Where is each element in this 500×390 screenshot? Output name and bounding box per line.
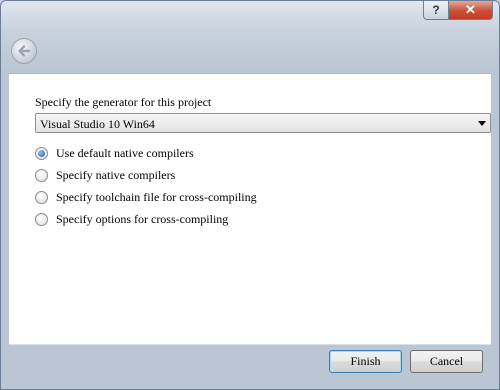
caption-buttons: ? ✕ [423,1,493,20]
chevron-down-icon [478,121,486,126]
wizard-page: Specify the generator for this project V… [9,73,491,345]
radio-specify-toolchain-file[interactable]: Specify toolchain file for cross-compili… [35,189,257,205]
radio-button[interactable] [35,146,48,160]
help-icon: ? [432,3,440,17]
radio-label: Use default native compilers [56,145,194,160]
radio-specify-native-compilers[interactable]: Specify native compilers [35,167,175,183]
generator-label: Specify the generator for this project [35,95,212,109]
back-button[interactable] [11,38,37,64]
back-arrow-icon [18,45,31,57]
radio-button[interactable] [35,212,48,226]
finish-button[interactable]: Finish [329,350,402,373]
generator-combobox[interactable]: Visual Studio 10 Win64 [35,113,491,133]
radio-label: Specify toolchain file for cross-compili… [56,189,257,204]
radio-use-default-compilers[interactable]: Use default native compilers [35,145,194,161]
radio-button[interactable] [35,168,48,182]
close-icon: ✕ [465,2,476,17]
help-button[interactable]: ? [423,1,449,20]
generator-selected-value: Visual Studio 10 Win64 [40,117,155,131]
wizard-window: ? ✕ Specify the generator for this proje… [0,0,500,390]
radio-specify-cross-compiling-options[interactable]: Specify options for cross-compiling [35,211,228,227]
radio-label: Specify native compilers [56,167,176,182]
radio-label: Specify options for cross-compiling [56,211,229,226]
cancel-button[interactable]: Cancel [410,350,483,373]
close-button[interactable]: ✕ [449,1,493,20]
radio-button[interactable] [35,190,48,204]
